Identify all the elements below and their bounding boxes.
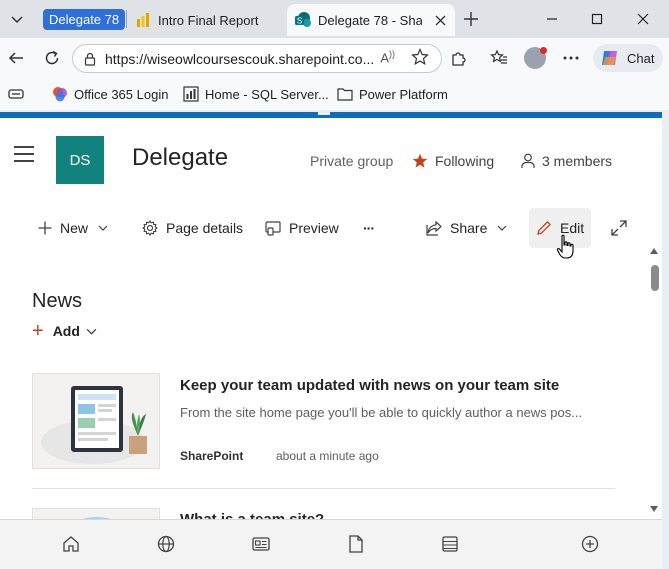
chevron-down-icon: [497, 225, 507, 231]
following-label: Following: [435, 153, 495, 169]
favorite-label: Power Platform: [359, 86, 448, 102]
favorite-power-platform[interactable]: Power Platform: [337, 85, 448, 103]
favorites-bar-toggle-icon[interactable]: [8, 85, 24, 103]
favorite-office-365-login[interactable]: Office 365 Login: [52, 85, 168, 103]
chart-icon: [183, 86, 199, 102]
window-edge: [662, 112, 669, 569]
chat-label: Chat: [627, 50, 655, 66]
news-card-description: From the site home page you'll be able t…: [180, 405, 583, 420]
more-label: ···: [363, 220, 375, 236]
site-title[interactable]: Delegate: [132, 144, 228, 172]
share-icon: [426, 220, 442, 236]
hand-cursor-icon: [556, 234, 574, 259]
news-divider: [32, 488, 615, 489]
hamburger-menu-icon[interactable]: [14, 146, 34, 162]
favorites-collection-icon[interactable]: [488, 47, 510, 69]
new-tab-plus-icon[interactable]: [460, 8, 482, 30]
favorites-bar: Office 365 Login Home - SQL Server... Po…: [0, 78, 669, 110]
read-aloud-icon[interactable]: A)): [380, 49, 395, 65]
news-card-title[interactable]: Keep your team updated with news on your…: [180, 377, 559, 394]
refresh-icon[interactable]: [41, 47, 63, 69]
news-heading: News: [32, 290, 83, 312]
maximize-icon[interactable]: [586, 8, 608, 30]
news-card-author: SharePoint: [180, 449, 244, 463]
preview-label: Preview: [289, 220, 339, 236]
more-menu-icon[interactable]: [560, 47, 582, 69]
chevron-down-icon: [86, 328, 97, 335]
news-icon[interactable]: [251, 534, 271, 554]
tab-group-chip[interactable]: Delegate 78: [43, 9, 126, 30]
scrollbar-thumb[interactable]: [651, 265, 659, 291]
pencil-icon: [537, 220, 552, 235]
notification-dot: [540, 47, 547, 54]
office-icon: [53, 87, 67, 102]
tab-actions-chevron-icon[interactable]: [6, 8, 28, 30]
news-thumbnail-image: [32, 508, 160, 519]
sharepoint-page: DS Delegate Private group Following 3 me…: [0, 112, 662, 519]
extensions-puzzle-icon[interactable]: [448, 47, 470, 69]
minimize-icon[interactable]: [541, 8, 563, 30]
list-icon[interactable]: [440, 534, 460, 554]
tab-divider: [126, 10, 127, 28]
copilot-icon: [602, 51, 617, 65]
members-label: 3 members: [542, 153, 613, 169]
folder-icon: [337, 88, 353, 101]
sharepoint-icon: S: [295, 12, 311, 27]
page-details-label: Page details: [166, 220, 244, 236]
share-label: Share: [450, 220, 488, 236]
tab-title: Intro Final Report - |: [158, 12, 262, 28]
news-thumbnail-image: [32, 373, 160, 469]
add-news-button[interactable]: + Add: [32, 320, 97, 342]
copilot-chat-button[interactable]: Chat: [593, 44, 663, 72]
following-button[interactable]: Following: [412, 153, 494, 169]
favorite-label: Home - SQL Server...: [205, 86, 329, 102]
url-text[interactable]: https://wiseowlcoursescouk.sharepoint.co…: [105, 51, 377, 67]
add-label: Add: [52, 323, 80, 339]
home-icon[interactable]: [61, 534, 81, 554]
back-arrow-icon[interactable]: [5, 47, 27, 69]
close-tab-icon[interactable]: [430, 10, 450, 30]
page-drag-handle: [318, 112, 330, 115]
star-filled-icon: [412, 153, 428, 168]
members-button[interactable]: 3 members: [521, 153, 612, 169]
plus-icon: [38, 221, 52, 235]
site-privacy-label: Private group: [310, 153, 394, 169]
close-window-icon[interactable]: [632, 8, 654, 30]
address-bar[interactable]: https://wiseowlcoursescouk.sharepoint.co…: [72, 44, 442, 73]
chevron-down-icon: [98, 225, 108, 231]
gear-icon: [142, 220, 158, 236]
site-info-lock-icon[interactable]: [83, 52, 97, 66]
browser-toolbar: https://wiseowlcoursescouk.sharepoint.co…: [0, 38, 669, 78]
document-icon[interactable]: [346, 534, 366, 554]
preview-icon: [265, 221, 281, 236]
news-card-title[interactable]: What is a team site?: [180, 511, 324, 519]
share-button[interactable]: Share: [426, 216, 507, 240]
tab-title: Delegate 78 - Share: [318, 12, 422, 28]
globe-icon[interactable]: [156, 534, 176, 554]
new-button[interactable]: New: [38, 216, 108, 240]
add-plus-icon: +: [32, 320, 44, 342]
expand-icon[interactable]: [611, 216, 635, 240]
news-card-time: about a minute ago: [276, 449, 379, 463]
favorite-star-icon[interactable]: [411, 48, 429, 71]
bottom-app-bar: [0, 519, 662, 569]
person-icon: [521, 153, 535, 168]
favorite-sql-server-home[interactable]: Home - SQL Server...: [183, 85, 329, 103]
new-label: New: [60, 220, 89, 236]
preview-button[interactable]: Preview: [265, 216, 339, 240]
add-circle-icon[interactable]: [580, 534, 600, 554]
news-card[interactable]: Keep your team updated with news on your…: [32, 373, 615, 469]
favorite-label: Office 365 Login: [74, 86, 169, 102]
site-logo[interactable]: DS: [56, 136, 104, 184]
more-commands-button[interactable]: ···: [363, 216, 375, 240]
svg-text:S: S: [297, 17, 302, 26]
browser-tab-strip: Delegate 78 Intro Final Report - | S Del…: [0, 0, 669, 38]
read-aloud-label: A: [380, 50, 389, 66]
tab-delegate-78[interactable]: S Delegate 78 - Share: [287, 4, 455, 36]
tab-intro-final-report[interactable]: Intro Final Report - |: [131, 4, 281, 36]
powerbi-icon: [137, 13, 149, 27]
page-details-button[interactable]: Page details: [142, 216, 243, 240]
